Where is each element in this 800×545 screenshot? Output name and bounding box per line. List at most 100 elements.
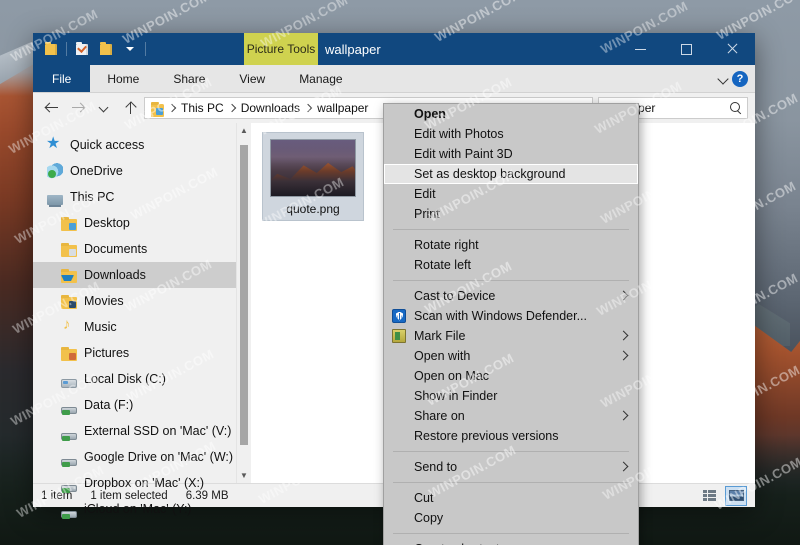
- folder-movies-icon: [61, 295, 77, 309]
- sidebar-item-label: Documents: [84, 242, 148, 256]
- sidebar-item-this-pc[interactable]: This PC: [33, 184, 251, 210]
- sidebar-item-onedrive[interactable]: OneDrive: [33, 158, 251, 184]
- menu-item-rotate-right[interactable]: Rotate right: [384, 235, 638, 255]
- up-arrow-icon[interactable]: [118, 96, 142, 120]
- menu-item-label: Send to: [414, 460, 458, 474]
- menu-item-rotate-left[interactable]: Rotate left: [384, 255, 638, 275]
- sidebar-item-google-drive-on-mac-w[interactable]: Google Drive on 'Mac' (W:): [33, 444, 251, 470]
- sidebar-item-desktop[interactable]: Desktop: [33, 210, 251, 236]
- mark-file-icon: [392, 329, 406, 343]
- menu-item-mark-file[interactable]: Mark File: [384, 326, 638, 346]
- sidebar-item-data-f[interactable]: Data (F:): [33, 392, 251, 418]
- menu-item-copy[interactable]: Copy: [384, 508, 638, 528]
- sidebar-item-documents[interactable]: Documents: [33, 236, 251, 262]
- tab-manage[interactable]: Manage: [282, 65, 360, 92]
- sidebar-item-label: Downloads: [84, 268, 146, 282]
- menu-separator: [393, 229, 629, 230]
- menu-item-scan-with-windows-defender[interactable]: Scan with Windows Defender...: [384, 306, 638, 326]
- tab-view[interactable]: View: [222, 65, 282, 92]
- forward-arrow-icon[interactable]: [66, 96, 90, 120]
- menu-item-open[interactable]: Open: [384, 104, 638, 124]
- sidebar-item-external-ssd-on-mac-v[interactable]: External SSD on 'Mac' (V:): [33, 418, 251, 444]
- folder-icon[interactable]: [39, 37, 63, 61]
- sidebar-item-icloud-on-mac-y[interactable]: iCloud on 'Mac' (Y:): [33, 496, 251, 522]
- sidebar-item-quick-access[interactable]: Quick access: [33, 132, 251, 158]
- breadcrumb-separator-1: [229, 105, 236, 112]
- network-drive-icon: [61, 432, 77, 441]
- toolbar-divider-2: [145, 42, 146, 56]
- view-toggle-group: [699, 485, 747, 506]
- menu-item-open-with[interactable]: Open with: [384, 346, 638, 366]
- help-icon[interactable]: ?: [732, 70, 748, 87]
- details-view-icon[interactable]: [699, 486, 721, 506]
- menu-item-label: Mark File: [414, 329, 466, 343]
- sidebar-item-pictures[interactable]: Pictures: [33, 340, 251, 366]
- breadcrumb-downloads[interactable]: Downloads: [241, 101, 300, 115]
- sidebar-item-label: Pictures: [84, 346, 130, 360]
- menu-item-label: Edit with Paint 3D: [414, 147, 513, 161]
- nav-scrollbar[interactable]: ▲ ▼: [236, 123, 251, 483]
- tab-home[interactable]: Home: [90, 65, 156, 92]
- tab-view-label: View: [239, 71, 266, 86]
- menu-item-share-on[interactable]: Share on: [384, 406, 638, 426]
- submenu-chevron-icon: [618, 461, 629, 472]
- menu-item-label: Cut: [414, 491, 434, 505]
- menu-item-show-in-finder[interactable]: Show in Finder: [384, 386, 638, 406]
- menu-item-edit-with-paint-3d[interactable]: Edit with Paint 3D: [384, 144, 638, 164]
- menu-item-create-shortcut[interactable]: Create shortcut: [384, 539, 638, 545]
- breadcrumb-separator-2: [305, 105, 312, 112]
- sidebar-item-dropbox-on-mac-x[interactable]: Dropbox on 'Mac' (X:): [33, 470, 251, 496]
- breadcrumb-separator-0: [169, 105, 176, 112]
- file-thumbnail: [270, 139, 356, 197]
- menu-item-restore-previous-versions[interactable]: Restore previous versions: [384, 426, 638, 446]
- file-item-quote-png[interactable]: quote.png: [262, 132, 364, 221]
- recent-locations-caret-icon[interactable]: [92, 96, 116, 120]
- tab-share[interactable]: Share: [156, 65, 222, 92]
- new-folder-icon[interactable]: [94, 37, 118, 61]
- tab-share-label: Share: [173, 71, 206, 86]
- menu-item-label: Open on Mac: [414, 369, 490, 383]
- customize-caret-icon[interactable]: [118, 37, 142, 61]
- sidebar-item-downloads[interactable]: Downloads: [33, 262, 251, 288]
- menu-item-set-as-desktop-background[interactable]: Set as desktop background: [384, 164, 638, 184]
- scroll-up-icon[interactable]: ▲: [237, 123, 251, 138]
- submenu-chevron-icon: [618, 410, 629, 421]
- properties-checkmark-icon[interactable]: [70, 37, 94, 61]
- chevron-down-icon[interactable]: [718, 73, 730, 85]
- sidebar-item-label: Quick access: [70, 138, 145, 152]
- network-drive-icon: [61, 484, 77, 493]
- menu-item-print[interactable]: Print: [384, 204, 638, 224]
- music-note-icon: [61, 316, 77, 335]
- folder-desktop-icon: [61, 217, 77, 231]
- submenu-chevron-icon: [618, 330, 629, 341]
- menu-item-edit-with-photos[interactable]: Edit with Photos: [384, 124, 638, 144]
- menu-item-cast-to-device[interactable]: Cast to Device: [384, 286, 638, 306]
- menu-item-send-to[interactable]: Send to: [384, 457, 638, 477]
- maximize-icon[interactable]: [663, 33, 709, 65]
- sidebar-item-movies[interactable]: Movies: [33, 288, 251, 314]
- quick-access-toolbar[interactable]: [33, 37, 149, 61]
- minimize-icon[interactable]: [617, 33, 663, 65]
- close-icon[interactable]: [709, 33, 755, 65]
- menu-separator: [393, 482, 629, 483]
- menu-item-open-on-mac[interactable]: Open on Mac: [384, 366, 638, 386]
- window-title: wallpaper: [325, 41, 381, 57]
- scroll-down-icon[interactable]: ▼: [237, 468, 251, 483]
- back-arrow-icon[interactable]: [40, 96, 64, 120]
- folder-downloads-icon: [61, 269, 77, 283]
- menu-item-label: Share on: [414, 409, 465, 423]
- scrollbar-thumb[interactable]: [240, 145, 248, 445]
- search-icon[interactable]: [730, 102, 742, 114]
- large-icons-view-icon[interactable]: [725, 485, 747, 506]
- star-icon: [46, 133, 63, 153]
- picture-tools-contextual-tab[interactable]: Picture Tools: [244, 33, 318, 65]
- menu-item-edit[interactable]: Edit: [384, 184, 638, 204]
- sidebar-item-label: Local Disk (C:): [84, 372, 166, 386]
- sidebar-item-music[interactable]: Music: [33, 314, 251, 340]
- breadcrumb-this-pc[interactable]: This PC: [181, 101, 224, 115]
- breadcrumb-wallpaper[interactable]: wallpaper: [317, 101, 368, 115]
- context-menu[interactable]: Open Edit with Photos Edit with Paint 3D Se…: [383, 103, 639, 545]
- menu-item-cut[interactable]: Cut: [384, 488, 638, 508]
- sidebar-item-local-disk-c[interactable]: Local Disk (C:): [33, 366, 251, 392]
- tab-file[interactable]: File: [33, 65, 91, 92]
